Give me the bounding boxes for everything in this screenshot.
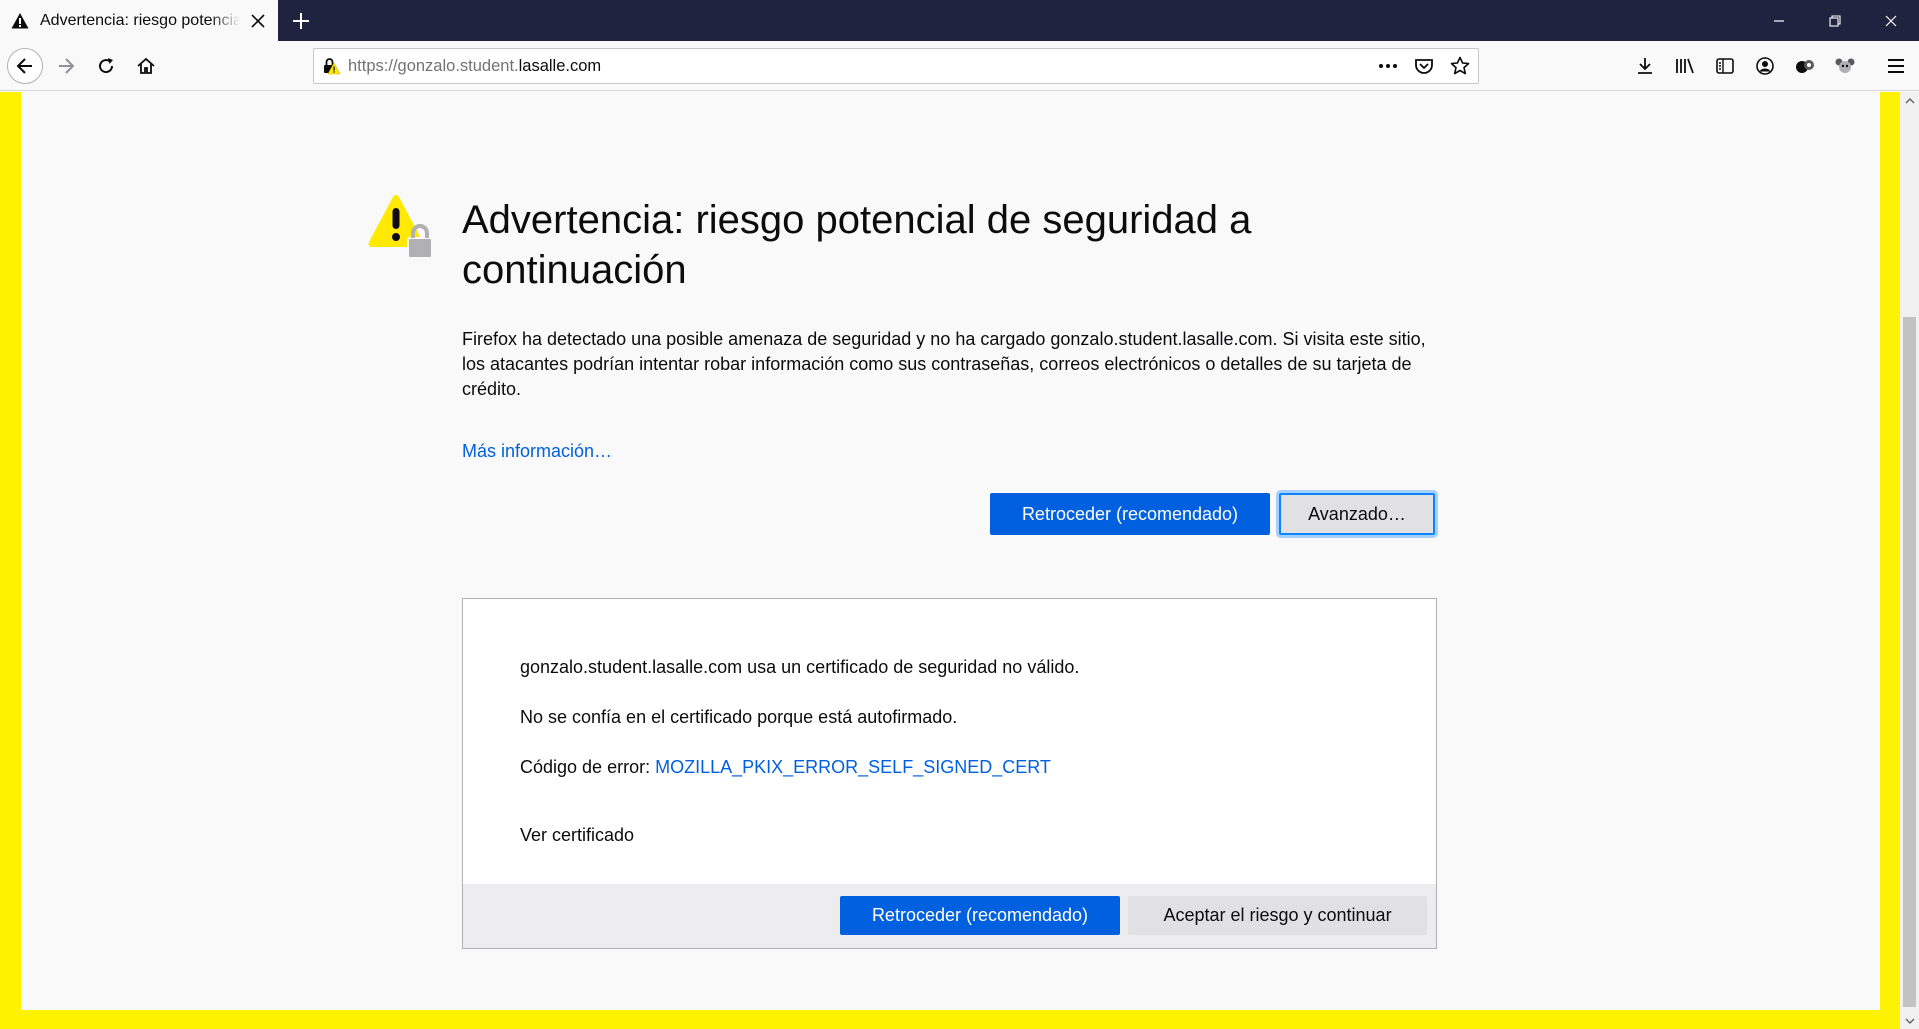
error-description: Firefox ha detectado una posible amenaza… [462, 329, 1426, 399]
menu-icon[interactable] [1878, 48, 1914, 84]
close-window-button[interactable] [1863, 0, 1919, 41]
view-certificate-link[interactable]: Ver certificado [520, 825, 634, 846]
bad-cert-description: gonzalo.student.lasalle.com usa un certi… [520, 657, 1080, 677]
pocket-icon[interactable] [1406, 49, 1442, 83]
scroll-up-icon[interactable] [1900, 92, 1919, 109]
url-bar[interactable]: https://gonzalo.student.lasalle.com [313, 48, 1479, 84]
advanced-button[interactable]: Avanzado… [1279, 493, 1435, 535]
close-tab-icon[interactable] [248, 11, 268, 31]
tab-active[interactable]: Advertencia: riesgo potencial de segurid… [0, 0, 278, 41]
remote-control-frame [0, 92, 21, 1029]
accept-risk-button[interactable]: Aceptar el riesgo y continuar [1128, 896, 1427, 935]
minimize-button[interactable] [1751, 0, 1807, 41]
home-button[interactable] [128, 48, 164, 84]
downloads-icon[interactable] [1627, 48, 1663, 84]
page-title: Advertencia: riesgo potencial de segurid… [462, 198, 1252, 292]
scroll-down-icon[interactable] [1900, 1012, 1919, 1029]
vertical-scrollbar[interactable] [1900, 92, 1919, 1029]
error-code-label: Código de error: [520, 757, 651, 777]
url-prefix: https://gonzalo.student. [348, 56, 519, 75]
cert-reason: No se confía en el certificado porque es… [520, 707, 958, 727]
security-warning-icon [368, 194, 434, 260]
forward-button[interactable] [48, 48, 84, 84]
library-icon[interactable] [1667, 48, 1703, 84]
url-domain: lasalle.com [518, 56, 602, 75]
more-info-link[interactable]: Más información… [462, 441, 612, 462]
navigation-toolbar: https://gonzalo.student.lasalle.com [0, 41, 1919, 91]
title-bar: Advertencia: riesgo potencial de segurid… [0, 0, 1919, 41]
bookmark-star-icon[interactable] [1442, 49, 1478, 83]
new-tab-button[interactable] [288, 8, 314, 34]
back-button[interactable] [7, 48, 43, 84]
extension-icon[interactable] [1787, 48, 1823, 84]
page-actions-icon[interactable] [1370, 49, 1406, 83]
warning-icon [10, 11, 30, 31]
advanced-panel: gonzalo.student.lasalle.com usa un certi… [462, 598, 1437, 949]
sidebar-icon[interactable] [1707, 48, 1743, 84]
go-back-button[interactable]: Retroceder (recomendado) [840, 896, 1120, 935]
error-code-line: Código de error: MOZILLA_PKIX_ERROR_SELF… [520, 757, 1051, 778]
remote-control-frame [1880, 92, 1900, 1029]
go-back-button[interactable]: Retroceder (recomendado) [990, 493, 1270, 535]
tab-title: Advertencia: riesgo potencial de segurid… [40, 11, 240, 29]
error-code-link[interactable]: MOZILLA_PKIX_ERROR_SELF_SIGNED_CERT [655, 757, 1051, 777]
remote-control-frame [0, 1010, 1900, 1029]
extension-icon[interactable] [1827, 48, 1863, 84]
reload-button[interactable] [88, 48, 124, 84]
url-text: https://gonzalo.student.lasalle.com [348, 57, 601, 76]
restore-button[interactable] [1807, 0, 1863, 41]
scrollbar-thumb[interactable] [1903, 317, 1916, 1007]
account-icon[interactable] [1747, 48, 1783, 84]
advanced-panel-footer: Retroceder (recomendado) Aceptar el ries… [463, 884, 1436, 948]
insecure-lock-icon[interactable] [314, 49, 348, 83]
